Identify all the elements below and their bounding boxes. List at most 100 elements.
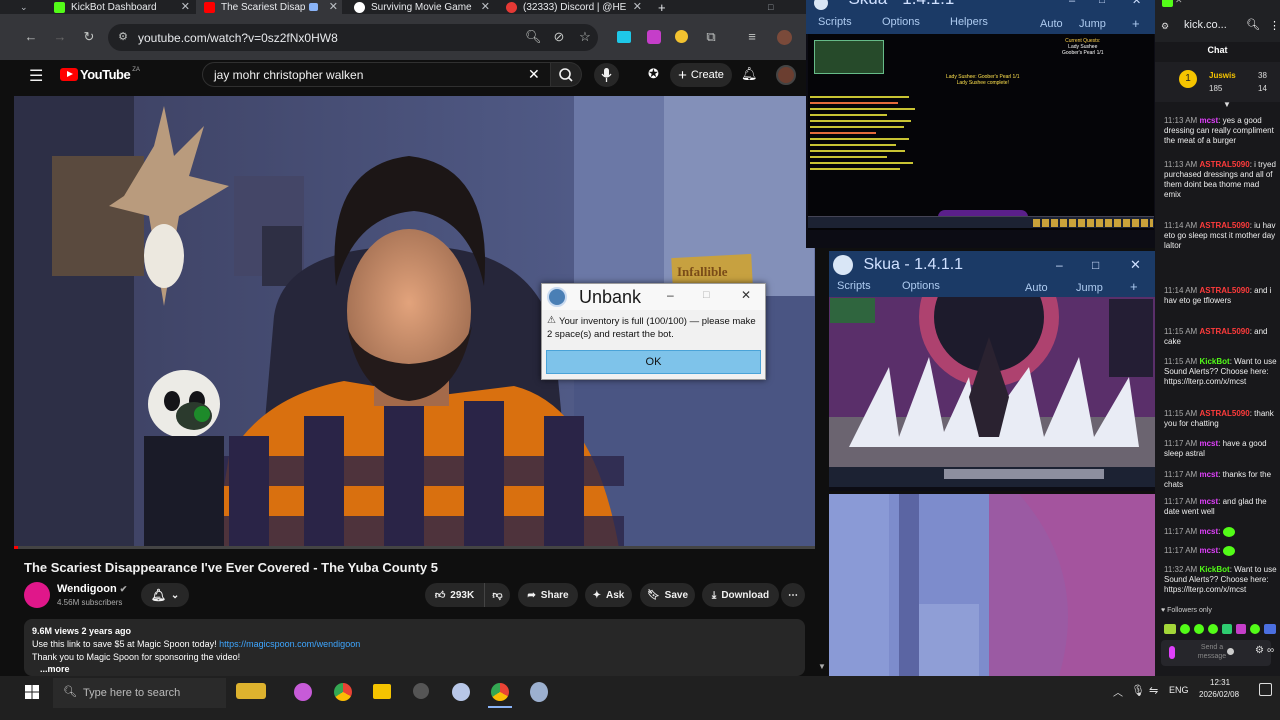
extension-icon[interactable] — [617, 31, 631, 43]
link-icon[interactable]: ∞ — [1267, 645, 1274, 656]
menu-scripts[interactable]: Scripts — [837, 280, 871, 292]
app-icon[interactable] — [413, 683, 429, 699]
description-box[interactable]: 9.6M views 2 years ago Use this link to … — [24, 619, 805, 676]
account-avatar[interactable] — [776, 65, 796, 85]
live-icon[interactable]: ✪ — [648, 66, 659, 82]
app-icon[interactable] — [452, 683, 470, 701]
share-button[interactable]: ➦ Share — [518, 583, 578, 607]
ok-button[interactable]: OK — [546, 350, 761, 374]
microphone-icon[interactable]: 🎙︎ — [1131, 684, 1145, 697]
puzzle-icon[interactable]: ⧉ — [703, 30, 719, 44]
tab-search-button[interactable]: ⌄ — [20, 0, 34, 14]
extension-icon[interactable] — [675, 30, 688, 43]
taskbar-search[interactable]: 🔍︎ Type here to search — [53, 678, 226, 708]
site-info-icon[interactable]: ⚙ — [115, 30, 131, 44]
menu-options[interactable]: Options — [902, 280, 940, 292]
extension-icon[interactable] — [647, 30, 661, 44]
message-user[interactable]: mcst — [1199, 116, 1218, 125]
close-icon[interactable]: ✕ — [1132, 0, 1141, 7]
channel-avatar[interactable] — [24, 582, 50, 608]
eye-off-icon[interactable]: ⊘ — [551, 30, 567, 44]
tab-youtube[interactable]: The Scariest Disap ✕ — [196, 0, 342, 14]
channel-name[interactable]: Wendigoon ✔ — [57, 583, 127, 595]
message-user[interactable]: mcst — [1199, 527, 1218, 536]
chrome-icon[interactable] — [334, 683, 352, 701]
maximize-icon[interactable]: □ — [703, 289, 710, 301]
download-button[interactable]: ⤓ Download — [702, 583, 779, 607]
menu-options[interactable]: Options — [882, 16, 920, 28]
more-actions-button[interactable]: ⋯ — [781, 583, 805, 607]
subscribe-bell-button[interactable]: 🔔︎ ⌄ — [141, 583, 189, 607]
settings-icon[interactable]: ⚙ — [1255, 645, 1264, 656]
message-user[interactable]: mcst — [1199, 497, 1218, 506]
file-explorer-icon[interactable] — [373, 684, 391, 699]
close-icon[interactable]: ✕ — [1130, 251, 1141, 279]
minimize-icon[interactable]: – — [667, 288, 674, 302]
menu-jump[interactable]: Jump — [1076, 282, 1103, 294]
ask-button[interactable]: ✦ Ask — [585, 583, 632, 607]
menu-scripts[interactable]: Scripts — [818, 16, 852, 28]
maximize-icon[interactable]: □ — [1099, 0, 1105, 6]
network-icon[interactable]: ⇋ — [1149, 684, 1158, 697]
close-icon[interactable]: ✕ — [181, 0, 190, 13]
plus-icon[interactable]: + — [1132, 16, 1140, 31]
menu-auto[interactable]: Auto — [1025, 282, 1048, 294]
clear-search-icon[interactable]: ✕ — [528, 66, 540, 83]
message-user[interactable]: ASTRAL5090 — [1199, 327, 1249, 336]
close-icon[interactable]: ✕ — [633, 0, 642, 13]
minimize-icon[interactable]: – — [1056, 251, 1063, 279]
menu-jump[interactable]: Jump — [1079, 18, 1106, 30]
plus-icon[interactable]: + — [1130, 279, 1138, 294]
voice-search-button[interactable] — [594, 63, 619, 87]
message-user[interactable]: ASTRAL5090 — [1199, 160, 1249, 169]
tab-discord[interactable]: (32333) Discord | @HE ✕ — [506, 0, 646, 14]
scroll-down-icon[interactable]: ▼ — [1223, 100, 1231, 109]
hamburger-icon[interactable]: ☰ — [29, 66, 43, 86]
search-icon[interactable]: 🔍︎ — [1246, 18, 1260, 31]
emote-bar[interactable] — [1164, 622, 1278, 636]
tab-surviving[interactable]: Surviving Movie Game ✕ — [354, 0, 494, 14]
more-icon[interactable]: ⋮ — [1269, 19, 1280, 32]
message-user[interactable]: KickBot — [1199, 357, 1229, 366]
notification-icon[interactable] — [1259, 683, 1272, 696]
profile-avatar[interactable] — [777, 30, 792, 45]
message-user[interactable]: KickBot — [1199, 565, 1229, 574]
clock-date[interactable]: 2026/02/08 — [1199, 690, 1239, 699]
search-input[interactable]: jay mohr christopher walken — [202, 62, 551, 87]
search-button[interactable] — [551, 62, 582, 87]
game-view-bottom[interactable] — [829, 297, 1155, 487]
more-link[interactable]: ...more — [40, 663, 797, 676]
desc-link[interactable]: https://magicspoon.com/wendigoon — [219, 639, 360, 649]
widgets-icon[interactable] — [236, 683, 266, 699]
maximize-icon[interactable]: □ — [1092, 251, 1099, 279]
reload-icon[interactable]: ↻ — [81, 30, 97, 44]
bell-icon[interactable]: 🔔︎ — [741, 66, 758, 82]
skua-taskbar-icon[interactable] — [530, 682, 548, 702]
chrome-profile-icon[interactable] — [491, 683, 509, 701]
create-button[interactable]: + Create — [670, 63, 732, 87]
menu-auto[interactable]: Auto — [1040, 18, 1063, 30]
minimize-button[interactable]: □ — [768, 0, 780, 14]
menu-helpers[interactable]: Helpers — [950, 16, 988, 28]
clock-time[interactable]: 12:31 — [1210, 678, 1230, 687]
menu-lines-icon[interactable]: ≡ — [744, 30, 760, 44]
like-button[interactable]: 👍︎ 293K — [425, 583, 484, 607]
close-icon[interactable]: ✕ — [481, 0, 490, 13]
scroll-down-icon[interactable]: ▼ — [818, 662, 826, 671]
close-icon[interactable]: ✕ — [329, 0, 338, 13]
bookmark-star-icon[interactable]: ☆ — [577, 30, 593, 44]
emoji-icon[interactable] — [1227, 648, 1234, 655]
minimize-icon[interactable]: – — [1069, 0, 1075, 7]
chat-input[interactable]: Send a message ⚙ ∞ — [1161, 640, 1274, 666]
close-icon[interactable]: ✕ — [1175, 0, 1183, 6]
windows-start-icon[interactable] — [25, 685, 39, 699]
forward-icon[interactable]: → — [52, 30, 68, 44]
language-indicator[interactable]: ENG — [1169, 685, 1189, 695]
message-user[interactable]: ASTRAL5090 — [1199, 221, 1249, 230]
message-user[interactable]: mcst — [1199, 439, 1218, 448]
game-view-top[interactable]: Current Quests: Lady Sushee Goober's Pearl… — [808, 34, 1154, 230]
message-user[interactable]: ASTRAL5090 — [1199, 409, 1249, 418]
tab-kickbot[interactable]: KickBot Dashboard ✕ — [54, 0, 194, 14]
new-tab-button[interactable]: + — [658, 0, 672, 14]
youtube-logo[interactable]: YouTube ZA — [60, 67, 140, 82]
